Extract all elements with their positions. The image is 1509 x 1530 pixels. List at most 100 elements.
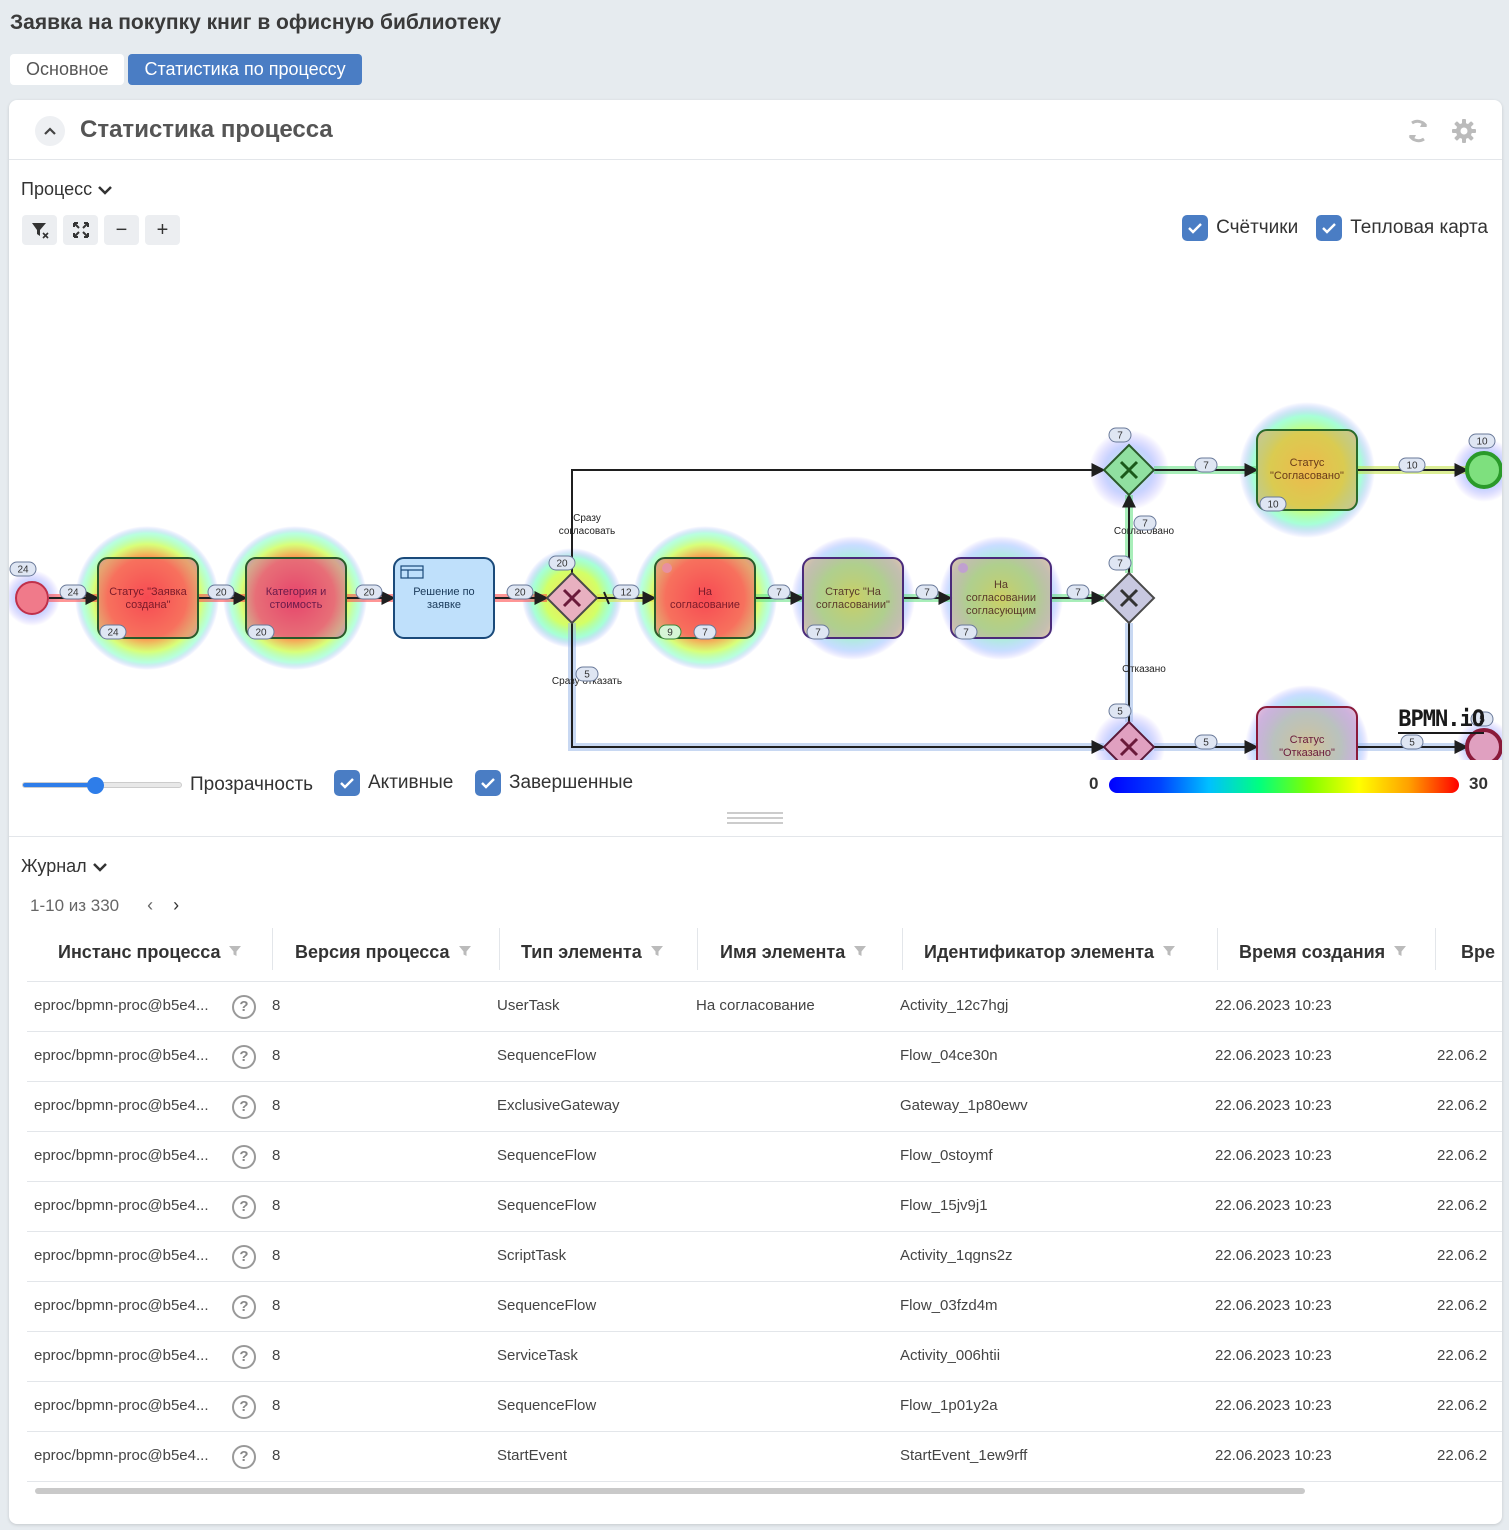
heatmap-controls: Прозрачность Активные Завершенные 0 30 bbox=[22, 770, 1489, 800]
cell-id: Flow_15jv9j1 bbox=[900, 1197, 988, 1214]
completed-checkbox[interactable]: Завершенные bbox=[475, 770, 633, 796]
help-icon[interactable]: ? bbox=[232, 1145, 256, 1169]
filter-icon[interactable] bbox=[1162, 942, 1176, 963]
cell-instance: eproc/bpmn-proc@b5e4... bbox=[34, 1097, 209, 1114]
task-status-rejected[interactable]: Статус "Отказано" bbox=[1256, 706, 1358, 760]
journal-title: Журнал bbox=[21, 856, 87, 876]
column-header[interactable]: Вре bbox=[1461, 937, 1495, 967]
cell-extra: 22.06.2 bbox=[1437, 1247, 1488, 1264]
task-decision[interactable]: Решение по заявке bbox=[393, 557, 495, 639]
column-divider[interactable] bbox=[1217, 928, 1218, 970]
journal-section-toggle[interactable]: Журнал bbox=[21, 856, 109, 877]
filter-icon[interactable] bbox=[228, 942, 242, 963]
help-icon[interactable]: ? bbox=[232, 1445, 256, 1469]
counter-badge-text-f12: 5 bbox=[1409, 738, 1415, 749]
checkbox-checked-icon bbox=[334, 770, 360, 796]
column-header[interactable]: Имя элемента bbox=[720, 937, 867, 967]
process-section-toggle[interactable]: Процесс bbox=[21, 179, 114, 200]
plus-icon: + bbox=[156, 218, 169, 241]
zoom-out-button[interactable]: − bbox=[104, 215, 139, 245]
slider-thumb[interactable] bbox=[87, 777, 104, 794]
cell-extra: 22.06.2 bbox=[1437, 1047, 1488, 1064]
heatmap-checkbox[interactable]: Тепловая карта bbox=[1316, 215, 1488, 241]
filter-icon[interactable] bbox=[853, 942, 867, 963]
table-row[interactable]: eproc/bpmn-proc@b5e4... 8 UserTask На согла… bbox=[27, 982, 1502, 1032]
end-event-approved[interactable] bbox=[1465, 451, 1502, 489]
active-checkbox[interactable]: Активные bbox=[334, 770, 453, 796]
help-icon[interactable]: ? bbox=[232, 1395, 256, 1419]
table-row[interactable]: eproc/bpmn-proc@b5e4... 8 ScriptTask Activi… bbox=[27, 1232, 1502, 1282]
cell-extra: 22.06.2 bbox=[1437, 1147, 1488, 1164]
column-divider[interactable] bbox=[1435, 928, 1436, 970]
horizontal-scrollbar[interactable] bbox=[35, 1488, 1305, 1494]
counter-badge-text-t6: 7 bbox=[963, 628, 969, 639]
resize-grip[interactable] bbox=[727, 812, 783, 824]
cell-created: 22.06.2023 10:23 bbox=[1215, 997, 1332, 1014]
cell-version: 8 bbox=[272, 1197, 281, 1214]
cell-version: 8 bbox=[272, 1397, 281, 1414]
chevron-up-icon bbox=[44, 127, 56, 135]
table-row[interactable]: eproc/bpmn-proc@b5e4... 8 SequenceFlow Flow… bbox=[27, 1382, 1502, 1432]
legend-max: 30 bbox=[1469, 774, 1488, 793]
column-header[interactable]: Тип элемента bbox=[521, 937, 664, 967]
heatmap-label: Тепловая карта bbox=[1350, 217, 1488, 238]
help-icon[interactable]: ? bbox=[232, 1195, 256, 1219]
cell-id: Activity_12c7hgj bbox=[900, 997, 1009, 1014]
column-divider[interactable] bbox=[697, 928, 698, 970]
cell-created: 22.06.2023 10:23 bbox=[1215, 1397, 1332, 1414]
chevron-down-icon bbox=[98, 185, 112, 195]
filter-icon[interactable] bbox=[1393, 942, 1407, 963]
clear-filter-button[interactable] bbox=[22, 215, 57, 245]
gear-icon[interactable] bbox=[1450, 117, 1478, 145]
cell-instance: eproc/bpmn-proc@b5e4... bbox=[34, 997, 209, 1014]
table-row[interactable]: eproc/bpmn-proc@b5e4... 8 ServiceTask Activ… bbox=[27, 1332, 1502, 1382]
bpmn-diagram[interactable]: Статус "Заявка создана" Категория и стоимо… bbox=[9, 320, 1502, 760]
counter-badge-text-f10: 10 bbox=[1406, 461, 1418, 472]
help-icon[interactable]: ? bbox=[232, 1345, 256, 1369]
tab-main[interactable]: Основное bbox=[10, 54, 125, 85]
zoom-in-button[interactable]: + bbox=[145, 215, 180, 245]
fit-view-button[interactable] bbox=[63, 215, 98, 245]
table-row[interactable]: eproc/bpmn-proc@b5e4... 8 SequenceFlow Flow… bbox=[27, 1132, 1502, 1182]
filter-icon[interactable] bbox=[650, 942, 664, 963]
column-header[interactable]: Инстанс процесса bbox=[58, 937, 242, 967]
tab-process-stats[interactable]: Статистика по процессу bbox=[128, 54, 362, 85]
gateway-approval-result[interactable] bbox=[1102, 571, 1156, 625]
cell-id: Gateway_1p80ewv bbox=[900, 1097, 1028, 1114]
transparency-slider[interactable] bbox=[22, 777, 182, 794]
help-icon[interactable]: ? bbox=[232, 1245, 256, 1269]
prev-page-icon[interactable]: ‹ bbox=[147, 895, 153, 916]
counters-checkbox[interactable]: Счётчики bbox=[1182, 215, 1298, 241]
help-icon[interactable]: ? bbox=[232, 1045, 256, 1069]
column-divider[interactable] bbox=[902, 928, 903, 970]
help-icon[interactable]: ? bbox=[232, 1095, 256, 1119]
cell-id: Flow_0stoymf bbox=[900, 1147, 993, 1164]
column-header[interactable]: Время создания bbox=[1239, 937, 1407, 967]
cell-extra: 22.06.2 bbox=[1437, 1097, 1488, 1114]
column-divider[interactable] bbox=[272, 928, 273, 970]
column-header[interactable]: Версия процесса bbox=[295, 937, 472, 967]
expand-icon bbox=[72, 222, 89, 238]
start-event[interactable] bbox=[15, 581, 49, 615]
cell-version: 8 bbox=[272, 1447, 281, 1464]
refresh-icon[interactable] bbox=[1404, 117, 1432, 145]
table-row[interactable]: eproc/bpmn-proc@b5e4... 8 SequenceFlow Flow… bbox=[27, 1032, 1502, 1082]
collapse-button[interactable] bbox=[35, 116, 65, 146]
checkbox-checked-icon bbox=[1182, 215, 1209, 241]
column-header[interactable]: Идентификатор элемента bbox=[924, 937, 1176, 967]
cell-version: 8 bbox=[272, 1347, 281, 1364]
end-event-rejected[interactable] bbox=[1465, 728, 1502, 760]
column-divider[interactable] bbox=[499, 928, 500, 970]
bpmn-io-logo[interactable]: BPMN.iO bbox=[1398, 708, 1485, 734]
table-row[interactable]: eproc/bpmn-proc@b5e4... 8 ExclusiveGateway… bbox=[27, 1082, 1502, 1132]
table-row[interactable]: eproc/bpmn-proc@b5e4... 8 SequenceFlow Flow… bbox=[27, 1282, 1502, 1332]
counter-badge-text-t2: 20 bbox=[255, 628, 267, 639]
table-row[interactable]: eproc/bpmn-proc@b5e4... 8 SequenceFlow Flow… bbox=[27, 1182, 1502, 1232]
next-page-icon[interactable]: › bbox=[173, 895, 179, 916]
cell-instance: eproc/bpmn-proc@b5e4... bbox=[34, 1447, 209, 1464]
table-row[interactable]: eproc/bpmn-proc@b5e4... 8 StartEvent StartE… bbox=[27, 1432, 1502, 1482]
filter-icon[interactable] bbox=[458, 942, 472, 963]
cell-instance: eproc/bpmn-proc@b5e4... bbox=[34, 1247, 209, 1264]
help-icon[interactable]: ? bbox=[232, 995, 256, 1019]
help-icon[interactable]: ? bbox=[232, 1295, 256, 1319]
